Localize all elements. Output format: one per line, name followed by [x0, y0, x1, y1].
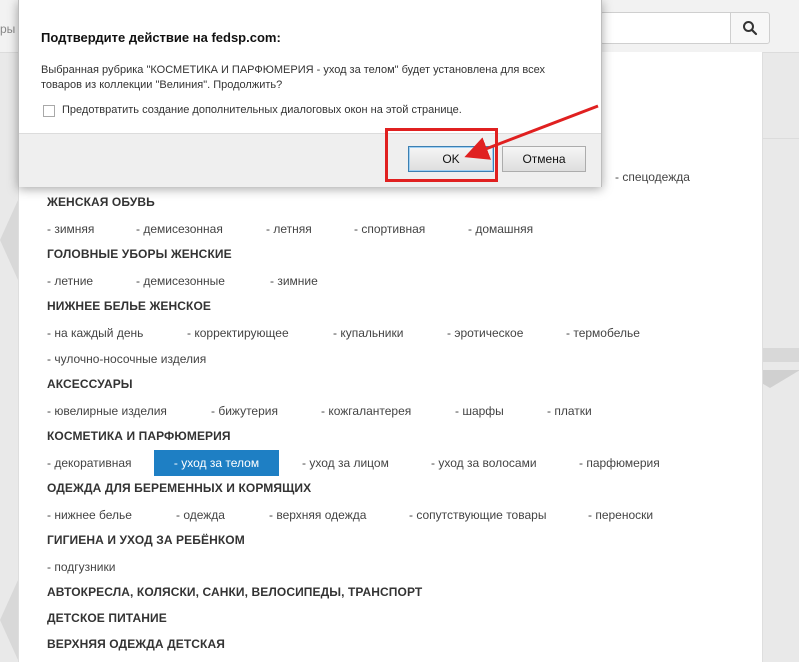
- annotation-arrow-icon: [464, 104, 599, 160]
